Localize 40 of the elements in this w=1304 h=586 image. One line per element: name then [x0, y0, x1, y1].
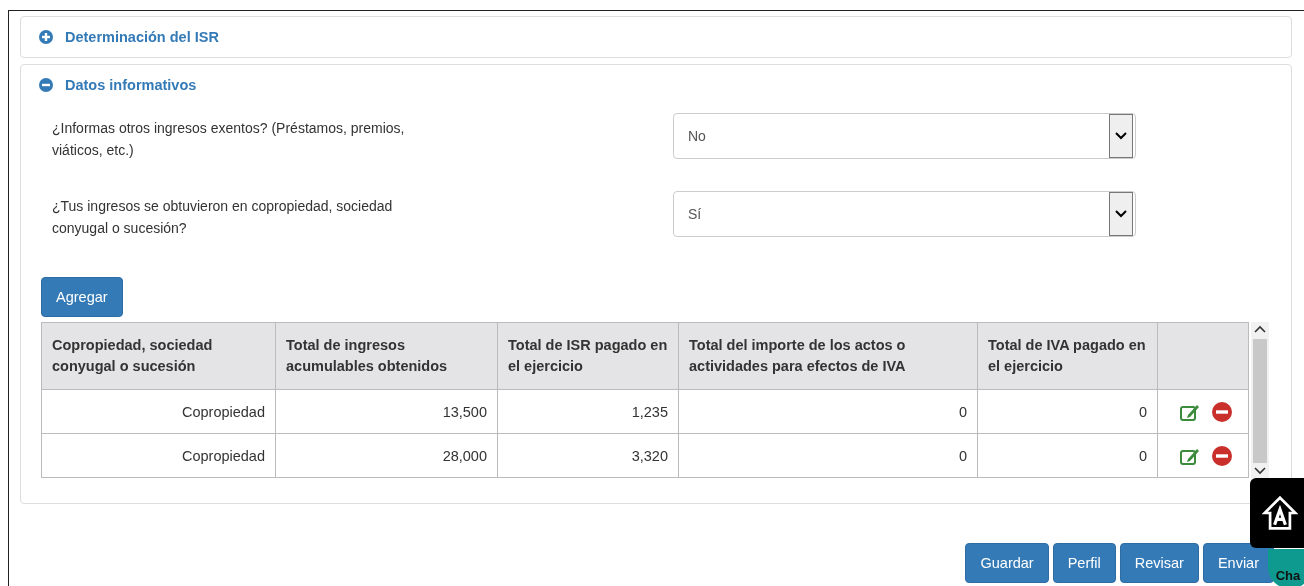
panel-title[interactable]: Determinación del ISR: [65, 29, 219, 45]
chevron-down-icon: [1115, 132, 1127, 140]
column-header: Total del importe de los actos o actividades para efectos de IVA: [678, 322, 978, 390]
chevron-down-icon: [1115, 210, 1127, 218]
chevron-down-icon[interactable]: [1254, 467, 1266, 475]
action-button[interactable]: Guardar: [965, 543, 1049, 583]
select-field[interactable]: No: [673, 113, 1136, 159]
action-button[interactable]: Revisar: [1119, 543, 1199, 583]
table-cell: 0: [678, 433, 978, 478]
accessibility-button[interactable]: [1250, 478, 1304, 548]
question-label: ¿Informas otros ingresos exentos? (Préstamos, premios, viáticos, etc.): [51, 119, 406, 160]
table-cell: 3,320: [497, 433, 679, 478]
column-header: Copropiedad, sociedad conyugal o sucesión: [41, 322, 276, 390]
add-button[interactable]: Agregar: [41, 277, 123, 317]
table-cell: 1,235: [497, 389, 679, 434]
table-cell: 0: [977, 389, 1158, 434]
select-field[interactable]: Sí: [673, 191, 1136, 237]
action-button[interactable]: Perfil: [1052, 543, 1116, 583]
table-cell: 0: [678, 389, 978, 434]
edit-icon[interactable]: [1180, 446, 1200, 465]
edit-icon[interactable]: [1180, 402, 1200, 421]
remove-icon[interactable]: [1212, 445, 1232, 466]
collapse-icon[interactable]: [39, 78, 53, 92]
table-cell: 28,000: [275, 433, 498, 478]
table-cell: 13,500: [275, 389, 498, 434]
column-header: Total de ISR pagado en el ejercicio: [497, 322, 679, 390]
panel-title[interactable]: Datos informativos: [65, 77, 197, 93]
table-cell: 0: [977, 433, 1158, 478]
house-icon: [1262, 495, 1298, 531]
remove-icon[interactable]: [1212, 401, 1232, 422]
chevron-up-icon[interactable]: [1254, 325, 1266, 333]
table-cell: Copropiedad: [41, 433, 276, 478]
action-button[interactable]: Enviar: [1202, 543, 1274, 583]
column-header: Total de ingresos acumulables obtenidos: [275, 322, 498, 390]
question-label: ¿Tus ingresos se obtuvieron en copropiedad, sociedad conyugal o sucesión?: [51, 197, 394, 238]
expand-icon[interactable]: [39, 30, 53, 44]
column-header: Total de IVA pagado en el ejercicio: [977, 322, 1158, 390]
chat-button[interactable]: Cha: [1268, 549, 1304, 586]
scrollbar[interactable]: [1251, 322, 1269, 478]
table-cell: Copropiedad: [41, 389, 276, 434]
